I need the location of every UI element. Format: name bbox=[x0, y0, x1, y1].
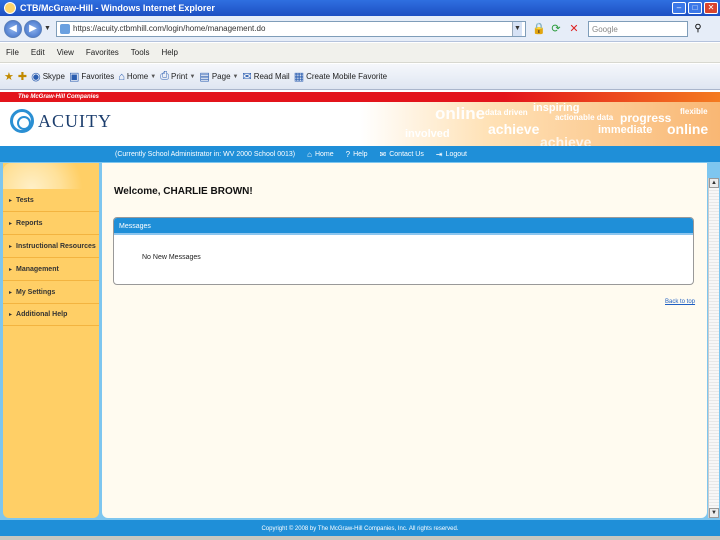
arrow-right-icon: ▸ bbox=[9, 198, 13, 204]
star-icon: ★ bbox=[4, 71, 14, 83]
sidebar-item-reports[interactable]: ▸ Reports bbox=[3, 213, 99, 235]
messages-panel: Messages No New Messages bbox=[113, 217, 694, 285]
browser-window: CTB/McGraw-Hill - Windows Internet Explo… bbox=[0, 0, 720, 540]
stop-icon[interactable]: ✕ bbox=[568, 23, 580, 35]
home-button[interactable]: ⌂ Home ▼ bbox=[118, 71, 156, 83]
menu-tools[interactable]: Tools bbox=[131, 48, 150, 57]
refresh-icon[interactable]: ⟳ bbox=[550, 23, 562, 35]
command-bar: ★ ✚ ◉ Skype ▣ Favorites ⌂ Home ▼ ⎙ Print ▼ ▤ Pa… bbox=[0, 64, 720, 90]
tagline: data driven bbox=[485, 108, 528, 117]
logo-text: ACUITY bbox=[38, 110, 112, 131]
add-favorite-button[interactable]: ✚ bbox=[18, 70, 27, 83]
menu-edit[interactable]: Edit bbox=[31, 48, 45, 57]
tagline: online bbox=[667, 121, 709, 137]
arrow-right-icon: ▸ bbox=[9, 221, 13, 227]
nav-logout[interactable]: ⇥ Logout bbox=[436, 150, 467, 159]
page-icon: ▤ bbox=[199, 71, 210, 83]
home-icon: ⌂ bbox=[307, 149, 312, 159]
site-header: ACUITY online data driven inspiring acti… bbox=[0, 102, 720, 146]
page-icon bbox=[60, 23, 70, 34]
create-mobile-favorite-button[interactable]: ▦ Create Mobile Favorite bbox=[294, 70, 387, 83]
home-dropdown[interactable]: ▼ bbox=[150, 74, 156, 80]
messages-title: Messages bbox=[114, 218, 693, 235]
messages-body: No New Messages bbox=[142, 254, 201, 261]
title-bar: CTB/McGraw-Hill - Windows Internet Explo… bbox=[0, 0, 720, 16]
url-text: https://acuity.ctbmhill.com/login/home/m… bbox=[73, 24, 266, 33]
scroll-down-button[interactable]: ▼ bbox=[709, 508, 719, 518]
nav-home[interactable]: ⌂ Home bbox=[307, 150, 334, 159]
company-bar: The McGraw-Hill Companies bbox=[0, 92, 720, 102]
tagline: immediate bbox=[598, 124, 653, 136]
tagline: involved bbox=[405, 128, 450, 140]
scroll-up-button[interactable]: ▲ bbox=[709, 178, 719, 188]
url-dropdown[interactable]: ▼ bbox=[512, 21, 522, 36]
back-to-top-link[interactable]: Back to top bbox=[665, 299, 695, 305]
skype-button[interactable]: ◉ Skype bbox=[31, 70, 65, 83]
mobile-icon: ▦ bbox=[293, 71, 305, 83]
window-controls: – □ ✕ bbox=[672, 2, 718, 14]
read-mail-button[interactable]: ✉ Read Mail bbox=[242, 70, 289, 83]
sidebar-item-management[interactable]: ▸ Management bbox=[3, 259, 99, 281]
menu-view[interactable]: View bbox=[57, 48, 74, 57]
menu-file[interactable]: File bbox=[6, 48, 19, 57]
logo-ring-icon bbox=[10, 109, 34, 133]
skype-icon: ◉ bbox=[31, 71, 41, 83]
page-button[interactable]: ▤ Page ▼ bbox=[199, 70, 238, 83]
vertical-scrollbar[interactable]: ▲ ▼ bbox=[708, 178, 719, 518]
tagline: achieve bbox=[488, 121, 540, 137]
current-role: (Currently School Administrator in: WV 2… bbox=[115, 150, 296, 158]
arrow-right-icon: ▸ bbox=[9, 312, 13, 318]
lock-icon[interactable]: 🔒 bbox=[532, 23, 546, 35]
nav-contact-us[interactable]: ✉ Contact Us bbox=[380, 150, 424, 159]
ie-icon bbox=[4, 2, 16, 14]
mail-icon: ✉ bbox=[379, 149, 387, 159]
favorites-star-button[interactable]: ★ bbox=[4, 70, 14, 83]
acuity-logo: ACUITY bbox=[10, 109, 112, 133]
sidebar-header-art bbox=[3, 163, 99, 189]
top-nav: (Currently School Administrator in: WV 2… bbox=[0, 146, 720, 162]
tagline: flexible bbox=[680, 107, 708, 116]
search-input[interactable]: Google bbox=[588, 20, 688, 37]
window-title: CTB/McGraw-Hill - Windows Internet Explo… bbox=[20, 3, 215, 13]
sidebar-item-tests[interactable]: ▸ Tests bbox=[3, 190, 99, 212]
close-button[interactable]: ✕ bbox=[704, 2, 718, 14]
mail-icon: ✉ bbox=[242, 71, 252, 83]
sidebar-item-additional-help[interactable]: ▸ Additional Help bbox=[3, 304, 99, 326]
address-bar: ◀ ▶ ▼ https://acuity.ctbmhill.com/login/… bbox=[0, 16, 720, 42]
print-button[interactable]: ⎙ Print ▼ bbox=[160, 70, 195, 83]
logout-icon: ⇥ bbox=[435, 149, 443, 159]
arrow-right-icon: ▸ bbox=[9, 290, 13, 296]
maximize-button[interactable]: □ bbox=[688, 2, 702, 14]
history-dropdown[interactable]: ▼ bbox=[44, 25, 52, 32]
status-bar bbox=[0, 536, 720, 540]
favorites-icon: ▣ bbox=[68, 71, 80, 83]
page-dropdown[interactable]: ▼ bbox=[233, 74, 239, 80]
arrow-right-icon: ▸ bbox=[9, 267, 13, 273]
nav-help[interactable]: ? Help bbox=[346, 150, 368, 159]
tagline: actionable data bbox=[555, 113, 614, 122]
menu-favorites[interactable]: Favorites bbox=[86, 48, 119, 57]
welcome-heading: Welcome, CHARLIE BROWN! bbox=[114, 186, 253, 197]
menu-help[interactable]: Help bbox=[161, 48, 177, 57]
forward-button[interactable]: ▶ bbox=[24, 19, 42, 38]
home-icon: ⌂ bbox=[118, 70, 125, 83]
menu-bar: File Edit View Favorites Tools Help bbox=[0, 43, 720, 63]
url-input[interactable]: https://acuity.ctbmhill.com/login/home/m… bbox=[56, 20, 526, 37]
add-star-icon: ✚ bbox=[17, 71, 28, 83]
printer-icon: ⎙ bbox=[160, 70, 170, 82]
search-icon[interactable]: ⚲ bbox=[691, 22, 705, 36]
print-dropdown[interactable]: ▼ bbox=[189, 74, 195, 80]
address-icons: 🔒 ⟳ ✕ bbox=[532, 23, 580, 35]
tagline: progress bbox=[620, 111, 672, 125]
favorites-button[interactable]: ▣ Favorites bbox=[69, 70, 114, 83]
minimize-button[interactable]: – bbox=[672, 2, 686, 14]
back-button[interactable]: ◀ bbox=[4, 19, 22, 38]
arrow-right-icon: ▸ bbox=[9, 244, 13, 250]
sidebar-item-my-settings[interactable]: ▸ My Settings bbox=[3, 282, 99, 304]
tagline: online bbox=[435, 104, 486, 123]
help-icon: ? bbox=[345, 149, 351, 159]
tagline: achieve bbox=[540, 134, 592, 146]
sidebar-item-instructional-resources[interactable]: ▸ Instructional Resources bbox=[3, 236, 99, 258]
